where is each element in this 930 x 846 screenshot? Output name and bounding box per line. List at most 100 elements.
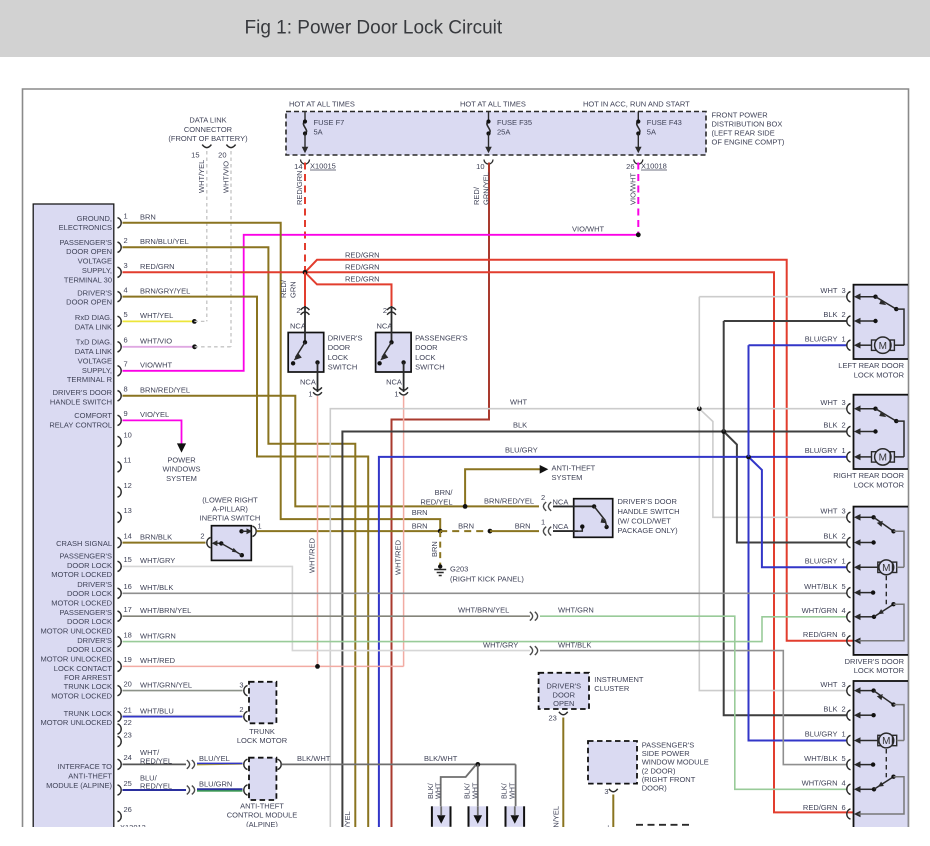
- svg-text:DOOR LOCK: DOOR LOCK: [67, 561, 112, 570]
- svg-text:MOTOR LOCKED: MOTOR LOCKED: [51, 691, 112, 700]
- svg-text:RED/GRN: RED/GRN: [345, 275, 380, 284]
- svg-text:LEFT REAR DOOR: LEFT REAR DOOR: [838, 361, 904, 370]
- svg-text:GROUND,: GROUND,: [77, 214, 112, 223]
- svg-text:WHT/VIO: WHT/VIO: [140, 337, 172, 346]
- svg-text:PASSENGER'S: PASSENGER'S: [59, 238, 112, 247]
- svg-text:PASSENGER'S: PASSENGER'S: [642, 740, 695, 749]
- svg-text:VOLTAGE: VOLTAGE: [78, 357, 112, 366]
- svg-text:SUPPLY,: SUPPLY,: [82, 366, 112, 375]
- svg-text:22: 22: [124, 718, 132, 727]
- svg-text:(LEFT REAR SIDE: (LEFT REAR SIDE: [712, 129, 775, 138]
- svg-text:WHT/BLK: WHT/BLK: [804, 754, 837, 763]
- svg-text:BRN: BRN: [430, 541, 439, 557]
- svg-text:DRIVER'S: DRIVER'S: [77, 288, 112, 297]
- svg-text:BLK: BLK: [823, 310, 837, 319]
- svg-text:3: 3: [842, 507, 846, 516]
- svg-text:BRN: BRN: [458, 521, 474, 530]
- svg-text:DISTRIBUTION BOX: DISTRIBUTION BOX: [712, 120, 783, 129]
- svg-text:15: 15: [191, 151, 199, 160]
- svg-text:NCA: NCA: [553, 498, 569, 507]
- svg-text:11: 11: [124, 456, 132, 465]
- svg-text:WHT: WHT: [434, 782, 443, 799]
- svg-text:RED/GRN: RED/GRN: [345, 262, 380, 271]
- svg-text:BLU/GRY: BLU/GRY: [805, 334, 838, 343]
- svg-text:2: 2: [124, 236, 128, 245]
- svg-text:5: 5: [842, 582, 846, 591]
- svg-text:WINDOW MODULE: WINDOW MODULE: [642, 758, 709, 767]
- svg-text:DRIVER'S DOOR: DRIVER'S DOOR: [53, 388, 113, 397]
- svg-text:WHT/BRN/YEL: WHT/BRN/YEL: [140, 606, 191, 615]
- svg-text:BLU/GRY: BLU/GRY: [805, 446, 838, 455]
- svg-text:2: 2: [842, 310, 846, 319]
- svg-text:TERMINAL 30: TERMINAL 30: [64, 275, 112, 284]
- svg-text:1: 1: [842, 730, 846, 739]
- svg-text:OPEN: OPEN: [553, 699, 574, 708]
- svg-text:WHT/GRN: WHT/GRN: [802, 779, 838, 788]
- svg-text:FOR ARREST: FOR ARREST: [64, 673, 112, 682]
- svg-text:WHT: WHT: [820, 286, 837, 295]
- svg-text:BLK: BLK: [823, 421, 837, 430]
- svg-text:25A: 25A: [497, 128, 510, 137]
- svg-text:RED/: RED/: [472, 186, 481, 205]
- svg-text:PASSENGER'S: PASSENGER'S: [59, 551, 112, 560]
- svg-text:DOOR): DOOR): [642, 784, 668, 793]
- svg-text:10: 10: [476, 162, 484, 171]
- svg-text:5: 5: [124, 310, 128, 319]
- svg-text:WHT: WHT: [820, 398, 837, 407]
- svg-text:LOCK MOTOR: LOCK MOTOR: [854, 480, 905, 489]
- svg-text:SYSTEM: SYSTEM: [166, 474, 197, 483]
- svg-text:BRN/RED/YEL: BRN/RED/YEL: [484, 496, 534, 505]
- svg-text:24: 24: [124, 753, 132, 762]
- svg-text:2: 2: [842, 532, 846, 541]
- svg-text:FRONT POWER: FRONT POWER: [712, 111, 769, 120]
- svg-text:16: 16: [124, 582, 132, 591]
- svg-text:INERTIA SWITCH: INERTIA SWITCH: [200, 514, 261, 523]
- svg-text:ANTI-THEFT: ANTI-THEFT: [240, 801, 284, 810]
- svg-text:POWER: POWER: [167, 455, 196, 464]
- svg-text:(FRONT OF BATTERY): (FRONT OF BATTERY): [168, 134, 248, 143]
- svg-text:(LOWER RIGHT: (LOWER RIGHT: [202, 496, 258, 505]
- svg-text:DRIVER'S: DRIVER'S: [77, 636, 112, 645]
- svg-text:HANDLE SWITCH: HANDLE SWITCH: [50, 398, 112, 407]
- svg-text:9: 9: [124, 409, 128, 418]
- svg-text:LOCK: LOCK: [328, 353, 348, 362]
- svg-text:VIO/WHT: VIO/WHT: [140, 361, 172, 370]
- svg-text:25: 25: [124, 779, 132, 788]
- svg-text:TERMINAL R: TERMINAL R: [67, 375, 113, 384]
- svg-text:GRN: GRN: [288, 281, 297, 298]
- svg-text:SWITCH: SWITCH: [415, 362, 445, 371]
- svg-text:Fig 1: Power Door Lock Circuit: Fig 1: Power Door Lock Circuit: [245, 18, 503, 39]
- svg-text:20: 20: [124, 679, 132, 688]
- svg-text:DOOR OPEN: DOOR OPEN: [66, 247, 112, 256]
- svg-text:RED/GRN: RED/GRN: [803, 630, 838, 639]
- svg-text:15: 15: [124, 555, 132, 564]
- svg-text:BLK: BLK: [823, 532, 837, 541]
- svg-text:RELAY CONTROL: RELAY CONTROL: [49, 421, 112, 430]
- svg-text:DATA LINK: DATA LINK: [75, 323, 112, 332]
- svg-text:5A: 5A: [314, 128, 323, 137]
- svg-text:3: 3: [604, 787, 608, 796]
- svg-text:LOCK MOTOR: LOCK MOTOR: [854, 666, 905, 675]
- svg-text:6: 6: [842, 803, 846, 812]
- svg-text:5A: 5A: [647, 128, 656, 137]
- svg-text:HOT IN ACC, RUN AND START: HOT IN ACC, RUN AND START: [583, 100, 690, 109]
- svg-text:2: 2: [842, 704, 846, 713]
- svg-text:VIO/YEL: VIO/YEL: [140, 410, 169, 419]
- svg-text:8: 8: [124, 385, 128, 394]
- svg-text:7: 7: [124, 360, 128, 369]
- svg-text:WHT/YEL: WHT/YEL: [140, 311, 173, 320]
- svg-text:RED/GRN: RED/GRN: [803, 803, 838, 812]
- svg-text:CLUSTER: CLUSTER: [594, 684, 630, 693]
- svg-text:6: 6: [124, 336, 128, 345]
- svg-text:WHT/VIO: WHT/VIO: [222, 161, 231, 193]
- svg-text:LOCK MOTOR: LOCK MOTOR: [854, 370, 905, 379]
- svg-text:RED/GRN: RED/GRN: [140, 262, 175, 271]
- svg-text:23: 23: [548, 713, 556, 722]
- svg-text:M: M: [882, 563, 890, 574]
- svg-text:TRUNK LOCK: TRUNK LOCK: [64, 682, 112, 691]
- svg-text:BRN/: BRN/: [435, 488, 454, 497]
- svg-text:3: 3: [124, 261, 128, 270]
- svg-text:VIO/WHT: VIO/WHT: [572, 225, 604, 234]
- svg-text:1: 1: [842, 334, 846, 343]
- svg-text:10: 10: [124, 430, 132, 439]
